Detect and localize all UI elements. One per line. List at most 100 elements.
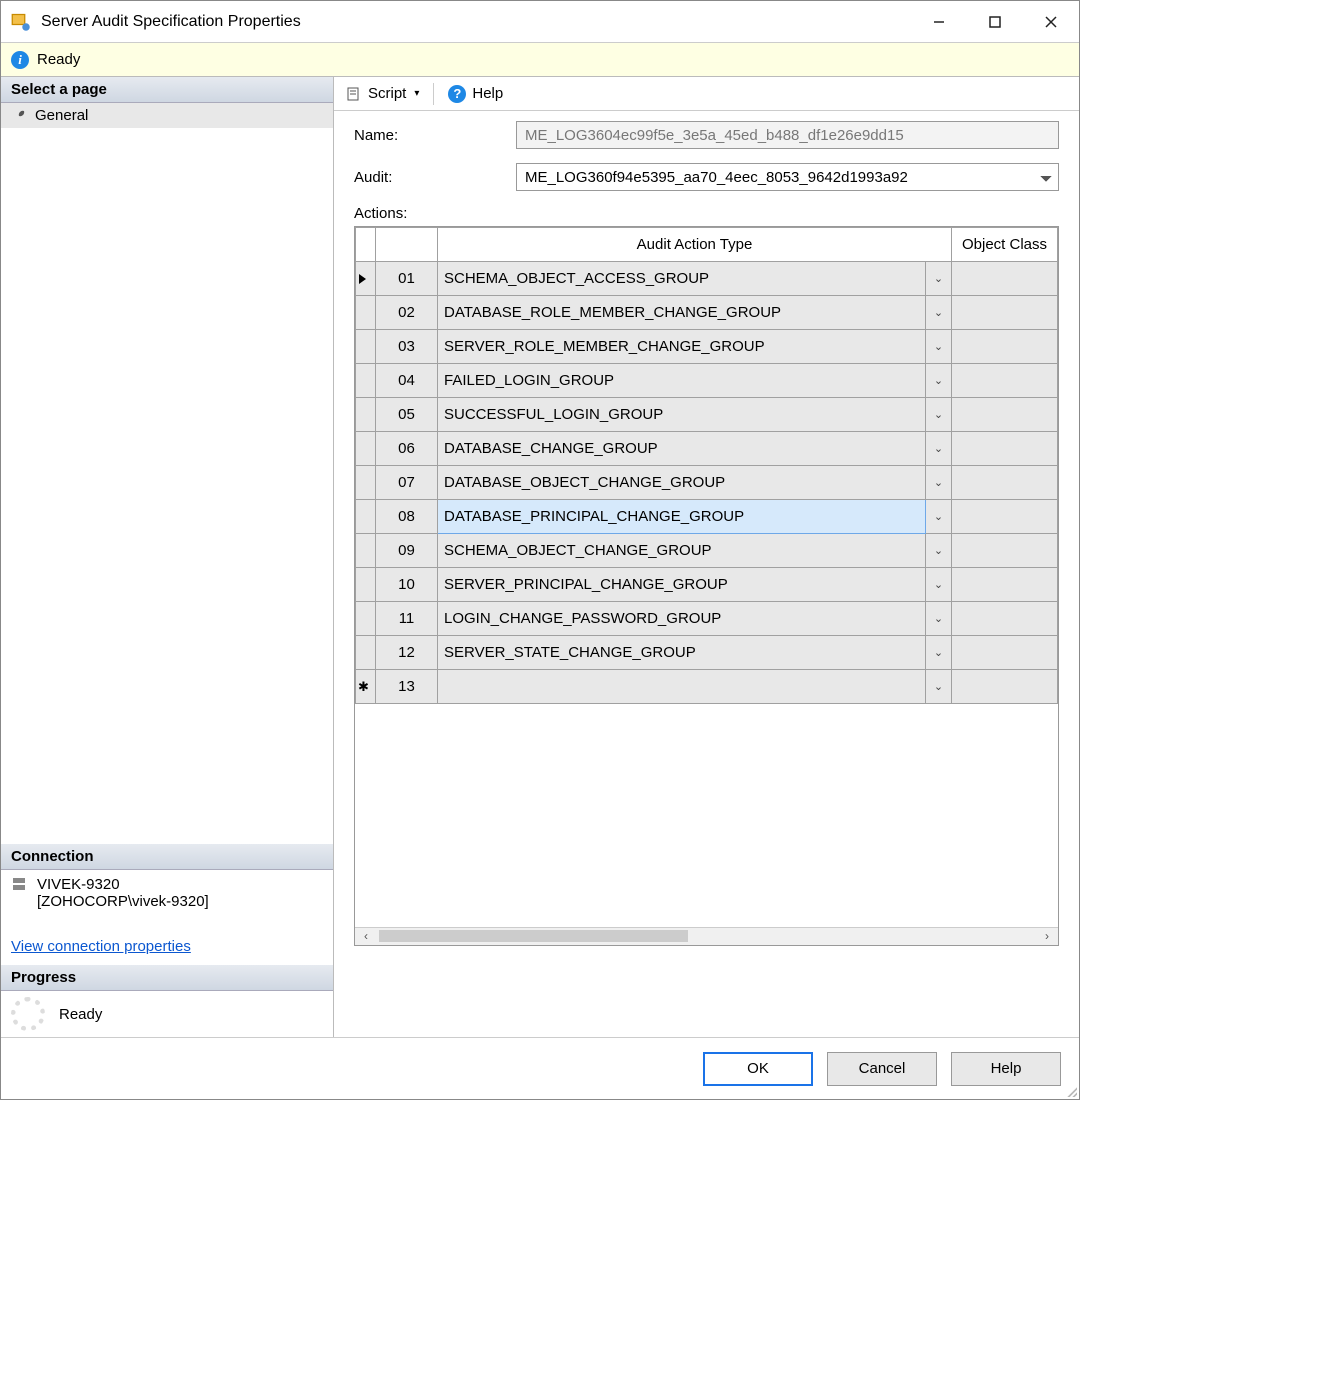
progress-text: Ready (59, 1006, 102, 1023)
row-number[interactable]: 01 (376, 262, 438, 296)
progress-spinner-icon (11, 997, 45, 1031)
cell-object-class[interactable] (952, 466, 1058, 500)
cell-object-class[interactable] (952, 670, 1058, 704)
row-marker (356, 398, 376, 432)
action-dropdown-button[interactable]: ⌄ (926, 330, 952, 364)
cell-object-class[interactable] (952, 500, 1058, 534)
resize-grip-icon[interactable] (1065, 1085, 1077, 1097)
scroll-thumb[interactable] (379, 930, 688, 942)
cell-object-class[interactable] (952, 568, 1058, 602)
scroll-right-icon[interactable]: › (1038, 929, 1056, 943)
action-dropdown-button[interactable]: ⌄ (926, 670, 952, 704)
row-number[interactable]: 07 (376, 466, 438, 500)
grid-horizontal-scrollbar[interactable]: ‹ › (355, 927, 1058, 945)
action-dropdown-button[interactable]: ⌄ (926, 568, 952, 602)
close-button[interactable] (1023, 2, 1079, 42)
row-number[interactable]: 12 (376, 636, 438, 670)
cell-action-type[interactable]: DATABASE_PRINCIPAL_CHANGE_GROUP (438, 500, 926, 534)
action-dropdown-button[interactable]: ⌄ (926, 262, 952, 296)
row-number[interactable]: 03 (376, 330, 438, 364)
name-input (516, 121, 1059, 149)
action-dropdown-button[interactable]: ⌄ (926, 296, 952, 330)
cell-action-type[interactable]: SERVER_STATE_CHANGE_GROUP (438, 636, 926, 670)
row-marker (356, 330, 376, 364)
view-connection-properties-link[interactable]: View connection properties (11, 938, 323, 955)
help-button-footer[interactable]: Help (951, 1052, 1061, 1086)
ok-button[interactable]: OK (703, 1052, 813, 1086)
row-number[interactable]: 06 (376, 432, 438, 466)
cell-action-type[interactable] (438, 670, 926, 704)
table-row[interactable]: 01SCHEMA_OBJECT_ACCESS_GROUP⌄ (356, 262, 1058, 296)
table-row[interactable]: 03SERVER_ROLE_MEMBER_CHANGE_GROUP⌄ (356, 330, 1058, 364)
status-bar: i Ready (1, 43, 1079, 77)
audit-select[interactable]: ME_LOG360f94e5395_aa70_4eec_8053_9642d19… (516, 163, 1059, 191)
cell-action-type[interactable]: FAILED_LOGIN_GROUP (438, 364, 926, 398)
cell-action-type[interactable]: DATABASE_ROLE_MEMBER_CHANGE_GROUP (438, 296, 926, 330)
row-number[interactable]: 09 (376, 534, 438, 568)
sidebar-item-general[interactable]: General (1, 103, 333, 128)
cell-object-class[interactable] (952, 398, 1058, 432)
cell-action-type[interactable]: DATABASE_CHANGE_GROUP (438, 432, 926, 466)
script-button[interactable]: Script ▾ (342, 83, 423, 104)
cell-object-class[interactable] (952, 534, 1058, 568)
cell-object-class[interactable] (952, 636, 1058, 670)
form-area: Name: Audit: ME_LOG360f94e5395_aa70_4eec… (334, 111, 1079, 956)
table-row[interactable]: 12SERVER_STATE_CHANGE_GROUP⌄ (356, 636, 1058, 670)
cell-object-class[interactable] (952, 330, 1058, 364)
select-a-page-header: Select a page (1, 77, 333, 103)
table-row[interactable]: 04FAILED_LOGIN_GROUP⌄ (356, 364, 1058, 398)
cell-object-class[interactable] (952, 432, 1058, 466)
row-marker (356, 500, 376, 534)
wrench-icon (11, 108, 27, 124)
row-marker (356, 602, 376, 636)
table-row[interactable]: 07DATABASE_OBJECT_CHANGE_GROUP⌄ (356, 466, 1058, 500)
cell-action-type[interactable]: LOGIN_CHANGE_PASSWORD_GROUP (438, 602, 926, 636)
action-dropdown-button[interactable]: ⌄ (926, 398, 952, 432)
table-row[interactable]: 11LOGIN_CHANGE_PASSWORD_GROUP⌄ (356, 602, 1058, 636)
scroll-left-icon[interactable]: ‹ (357, 929, 375, 943)
action-dropdown-button[interactable]: ⌄ (926, 534, 952, 568)
cell-object-class[interactable] (952, 364, 1058, 398)
cell-action-type[interactable]: SUCCESSFUL_LOGIN_GROUP (438, 398, 926, 432)
action-dropdown-button[interactable]: ⌄ (926, 602, 952, 636)
row-number[interactable]: 04 (376, 364, 438, 398)
row-number[interactable]: 08 (376, 500, 438, 534)
row-number[interactable]: 13 (376, 670, 438, 704)
row-number[interactable]: 11 (376, 602, 438, 636)
row-marker (356, 466, 376, 500)
row-marker (356, 636, 376, 670)
action-dropdown-button[interactable]: ⌄ (926, 432, 952, 466)
table-row[interactable]: 06DATABASE_CHANGE_GROUP⌄ (356, 432, 1058, 466)
cell-action-type[interactable]: DATABASE_OBJECT_CHANGE_GROUP (438, 466, 926, 500)
header-action-type[interactable]: Audit Action Type (438, 228, 952, 262)
help-button[interactable]: ? Help (444, 83, 507, 105)
cell-action-type[interactable]: SCHEMA_OBJECT_ACCESS_GROUP (438, 262, 926, 296)
cell-action-type[interactable]: SERVER_ROLE_MEMBER_CHANGE_GROUP (438, 330, 926, 364)
action-dropdown-button[interactable]: ⌄ (926, 500, 952, 534)
table-row[interactable]: 10SERVER_PRINCIPAL_CHANGE_GROUP⌄ (356, 568, 1058, 602)
action-dropdown-button[interactable]: ⌄ (926, 636, 952, 670)
header-object-class[interactable]: Object Class (952, 228, 1058, 262)
row-number[interactable]: 10 (376, 568, 438, 602)
minimize-button[interactable] (911, 2, 967, 42)
actions-label: Actions: (354, 205, 514, 222)
cell-action-type[interactable]: SERVER_PRINCIPAL_CHANGE_GROUP (438, 568, 926, 602)
cell-object-class[interactable] (952, 262, 1058, 296)
row-number[interactable]: 02 (376, 296, 438, 330)
cell-object-class[interactable] (952, 296, 1058, 330)
progress-header: Progress (1, 965, 333, 991)
table-row[interactable]: 08DATABASE_PRINCIPAL_CHANGE_GROUP⌄ (356, 500, 1058, 534)
content-pane: Script ▾ ? Help Name: Audit: ME_LOG360f9… (334, 77, 1079, 1037)
cell-action-type[interactable]: SCHEMA_OBJECT_CHANGE_GROUP (438, 534, 926, 568)
table-row[interactable]: 02DATABASE_ROLE_MEMBER_CHANGE_GROUP⌄ (356, 296, 1058, 330)
row-marker: ✱ (356, 670, 376, 704)
row-number[interactable]: 05 (376, 398, 438, 432)
cancel-button[interactable]: Cancel (827, 1052, 937, 1086)
table-row[interactable]: ✱13 ⌄ (356, 670, 1058, 704)
maximize-button[interactable] (967, 2, 1023, 42)
table-row[interactable]: 09SCHEMA_OBJECT_CHANGE_GROUP⌄ (356, 534, 1058, 568)
action-dropdown-button[interactable]: ⌄ (926, 466, 952, 500)
action-dropdown-button[interactable]: ⌄ (926, 364, 952, 398)
table-row[interactable]: 05SUCCESSFUL_LOGIN_GROUP⌄ (356, 398, 1058, 432)
cell-object-class[interactable] (952, 602, 1058, 636)
